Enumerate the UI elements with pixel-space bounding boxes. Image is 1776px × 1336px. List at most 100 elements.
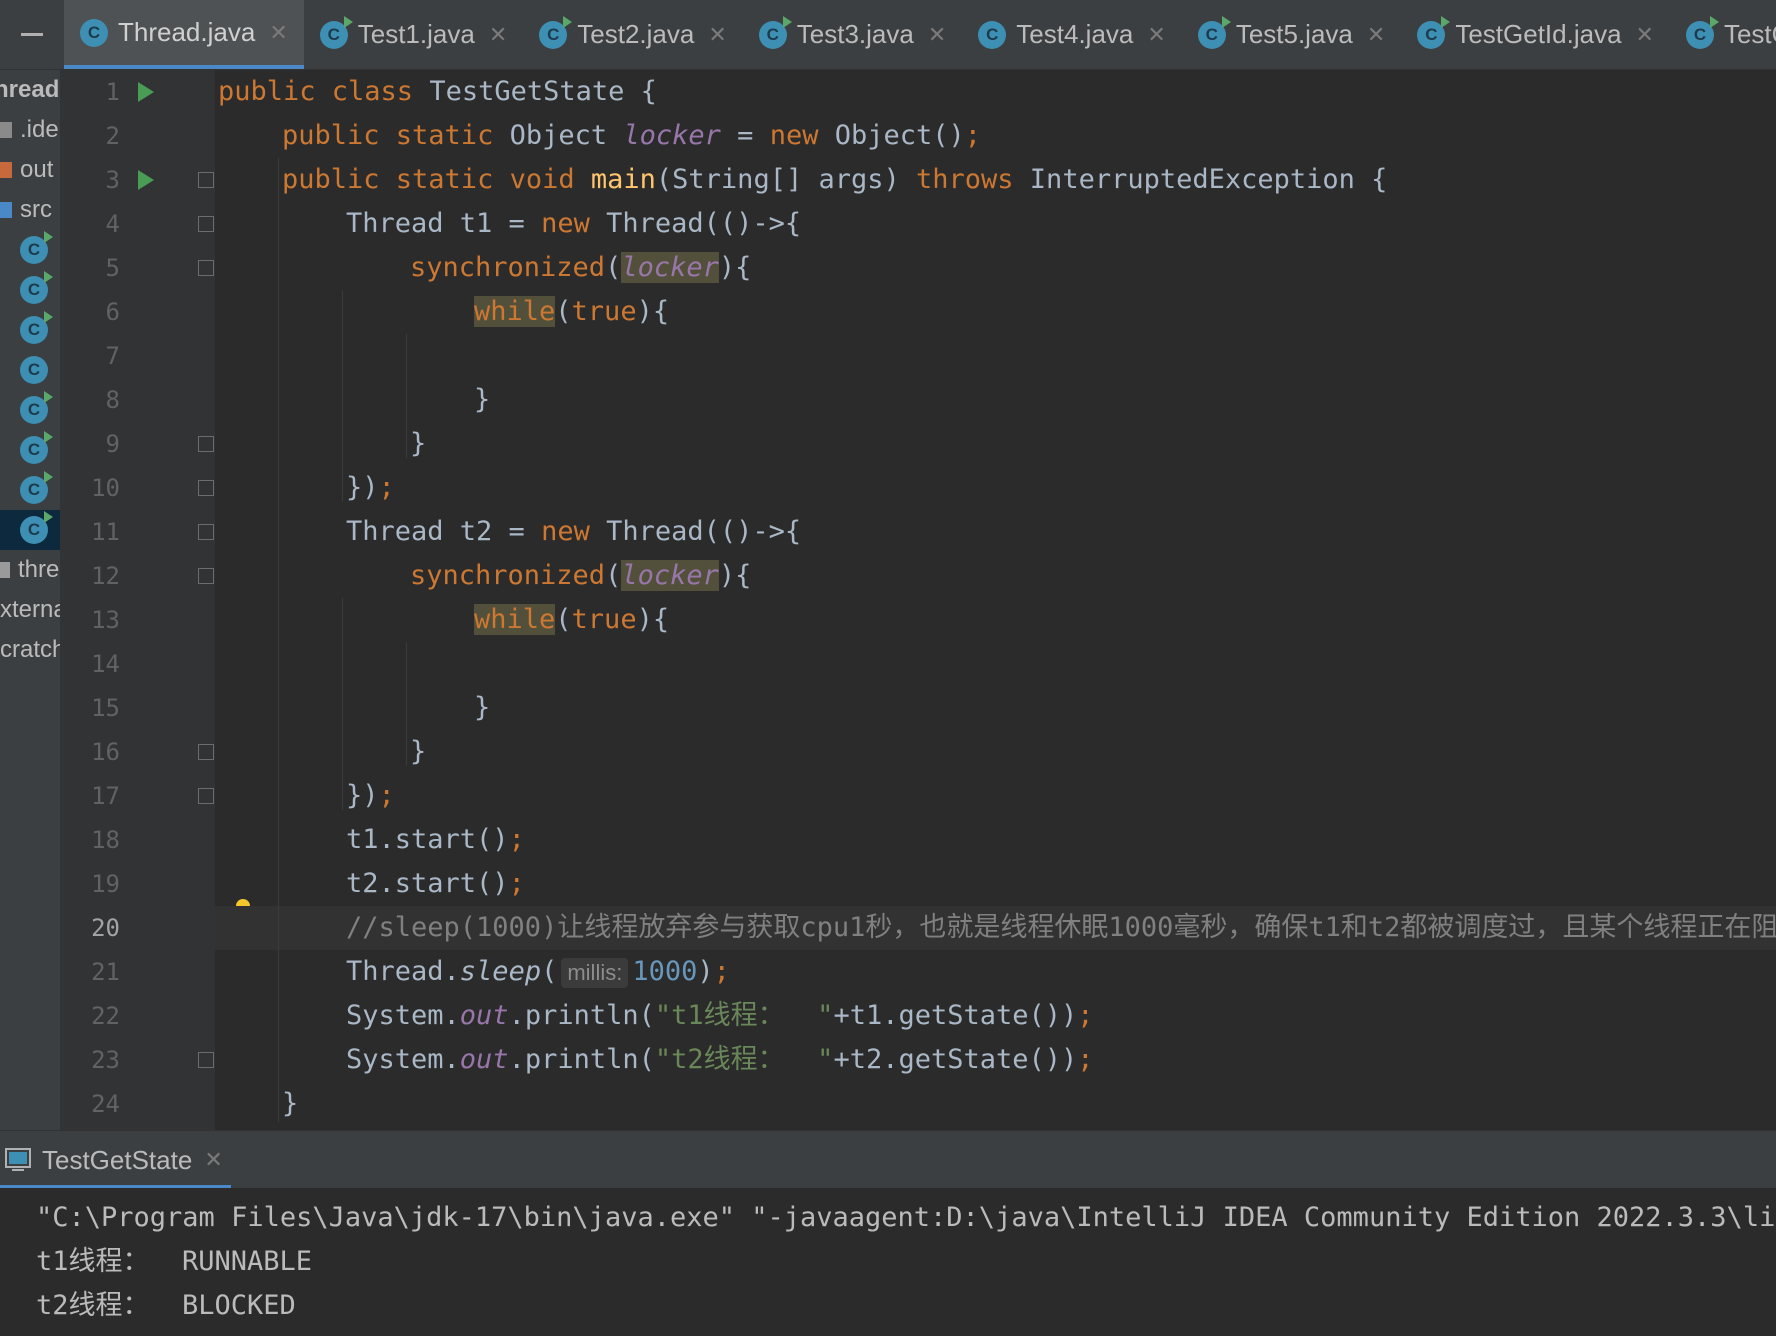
line-number: 15 (91, 694, 120, 722)
keyword: new (541, 208, 590, 239)
project-class-item[interactable]: C (0, 430, 60, 470)
semicolon: ; (1077, 1000, 1094, 1031)
code-text: System. (346, 1000, 460, 1031)
java-class-icon: C (1417, 15, 1451, 49)
project-class-item[interactable]: C (0, 310, 60, 350)
fold-marker-icon[interactable] (198, 172, 214, 188)
tab-test1-java[interactable]: C Test1.java ✕ (304, 0, 524, 69)
fold-marker-icon[interactable] (198, 260, 214, 276)
code-line-10: }); (346, 466, 395, 510)
project-item-out[interactable]: out (0, 150, 60, 190)
tab-thread-java[interactable]: C Thread.java ✕ (64, 0, 304, 69)
java-class-icon: C (319, 15, 353, 49)
code-text: +t2.getState()) (833, 1044, 1078, 1075)
collapse-icon[interactable] (0, 0, 64, 69)
code-text: ){ (718, 560, 752, 591)
keyword: throws (916, 164, 1014, 195)
close-icon[interactable]: ✕ (1636, 22, 1654, 48)
run-gutter-icon[interactable] (138, 170, 154, 190)
indent-guide (406, 334, 407, 458)
tab-test2-java[interactable]: C Test2.java ✕ (523, 0, 743, 69)
tab-test4-java[interactable]: C Test4.java ✕ (962, 0, 1182, 69)
fold-marker-icon[interactable] (198, 568, 214, 584)
line-number: 12 (91, 562, 120, 590)
project-item-src[interactable]: src (0, 190, 60, 230)
code-editor[interactable]: 1 2 3 4 5 6 7 8 9 10 11 12 13 14 15 16 17 18 19 20 21 22 23 24 … (60, 70, 1776, 1130)
code-text: t1.start() (346, 824, 509, 855)
project-class-item-selected[interactable]: C (0, 510, 60, 550)
console-line: t2线程： BLOCKED (36, 1290, 296, 1321)
code-text: +t1.getState()) (833, 1000, 1078, 1031)
run-tab-label: TestGetState (42, 1144, 193, 1175)
project-item-label: .ide (20, 116, 59, 143)
project-class-item[interactable]: C (0, 390, 60, 430)
code-text: } (474, 692, 491, 723)
method-name: main (590, 164, 656, 195)
run-tab-testgetstate[interactable]: TestGetState ✕ (0, 1131, 231, 1189)
code-text: ) (697, 956, 714, 987)
code-line-22: System.out.println("t1线程： "+t1.getState(… (346, 994, 1094, 1038)
fold-marker-icon[interactable] (198, 480, 214, 496)
line-number: 10 (91, 474, 120, 502)
project-root-item[interactable]: hread (0, 70, 60, 110)
fold-marker-icon[interactable] (198, 788, 214, 804)
project-item-scratches[interactable]: cratch (0, 630, 60, 670)
console-icon (5, 1148, 31, 1171)
fold-marker-icon[interactable] (198, 216, 214, 232)
project-class-item[interactable]: C (0, 230, 60, 270)
project-item-idea[interactable]: .ide (0, 110, 60, 150)
keyword-highlighted: while (474, 604, 556, 635)
project-item-label: cratch (0, 636, 60, 663)
line-number: 2 (105, 122, 120, 150)
static-method-name: sleep (459, 956, 542, 987)
line-number: 4 (105, 210, 120, 238)
project-item-thread-iml[interactable]: thre (0, 550, 60, 590)
code-text: } (410, 428, 427, 459)
fold-marker-icon[interactable] (198, 436, 214, 452)
close-icon[interactable]: ✕ (1367, 22, 1385, 48)
tab-test5-java[interactable]: C Test5.java ✕ (1182, 0, 1402, 69)
project-class-item[interactable]: C (0, 350, 60, 390)
close-icon[interactable]: ✕ (928, 22, 946, 48)
number-literal: 1000 (632, 956, 698, 987)
run-gutter-icon[interactable] (138, 82, 154, 102)
line-number: 8 (105, 386, 120, 414)
close-icon[interactable]: ✕ (204, 1147, 222, 1173)
java-class-icon: C (80, 18, 108, 47)
keyword: true (571, 296, 637, 327)
project-class-item[interactable]: C (0, 470, 60, 510)
line-number: 19 (91, 870, 120, 898)
indent-guide (278, 158, 279, 1122)
tab-label: Test1.java (357, 19, 475, 49)
fold-marker-icon[interactable] (198, 744, 214, 760)
parameter-hint: millis: (561, 958, 629, 988)
java-class-icon: C (20, 431, 53, 464)
tab-test3-java[interactable]: C Test3.java ✕ (743, 0, 963, 69)
run-console[interactable]: "C:\Program Files\Java\jdk-17\bin\java.e… (0, 1188, 1776, 1336)
code-text: .println( (508, 1000, 655, 1031)
project-item-external-libraries[interactable]: xterna (0, 590, 60, 630)
java-class-icon: C (1197, 15, 1231, 49)
project-class-item[interactable]: C (0, 270, 60, 310)
close-icon[interactable]: ✕ (489, 22, 507, 48)
java-class-icon: C (1685, 15, 1719, 49)
code-line-2: public static Object locker = new Object… (282, 114, 981, 158)
java-class-icon: C (758, 15, 792, 49)
semicolon: ; (508, 824, 525, 855)
code-text: } (410, 736, 427, 767)
tab-testgeti-java[interactable]: C TestGetI (1670, 0, 1776, 69)
close-icon[interactable]: ✕ (1147, 22, 1165, 48)
tab-testgetid-java[interactable]: C TestGetId.java ✕ (1401, 0, 1670, 69)
line-number: 1 (105, 78, 120, 106)
close-icon[interactable]: ✕ (269, 20, 287, 46)
fold-marker-icon[interactable] (198, 524, 214, 540)
close-icon[interactable]: ✕ (708, 22, 726, 48)
field-reference-highlighted: locker (621, 560, 719, 591)
line-number: 9 (105, 430, 120, 458)
code-text: Thread(()->{ (589, 516, 802, 547)
semicolon: ; (713, 956, 730, 987)
editor-tab-bar: C Thread.java ✕ C Test1.java ✕ C Test2.j… (0, 0, 1776, 70)
fold-marker-icon[interactable] (198, 1052, 214, 1068)
code-text: Thread t1 = (346, 208, 542, 239)
code-text: ( (605, 252, 622, 283)
